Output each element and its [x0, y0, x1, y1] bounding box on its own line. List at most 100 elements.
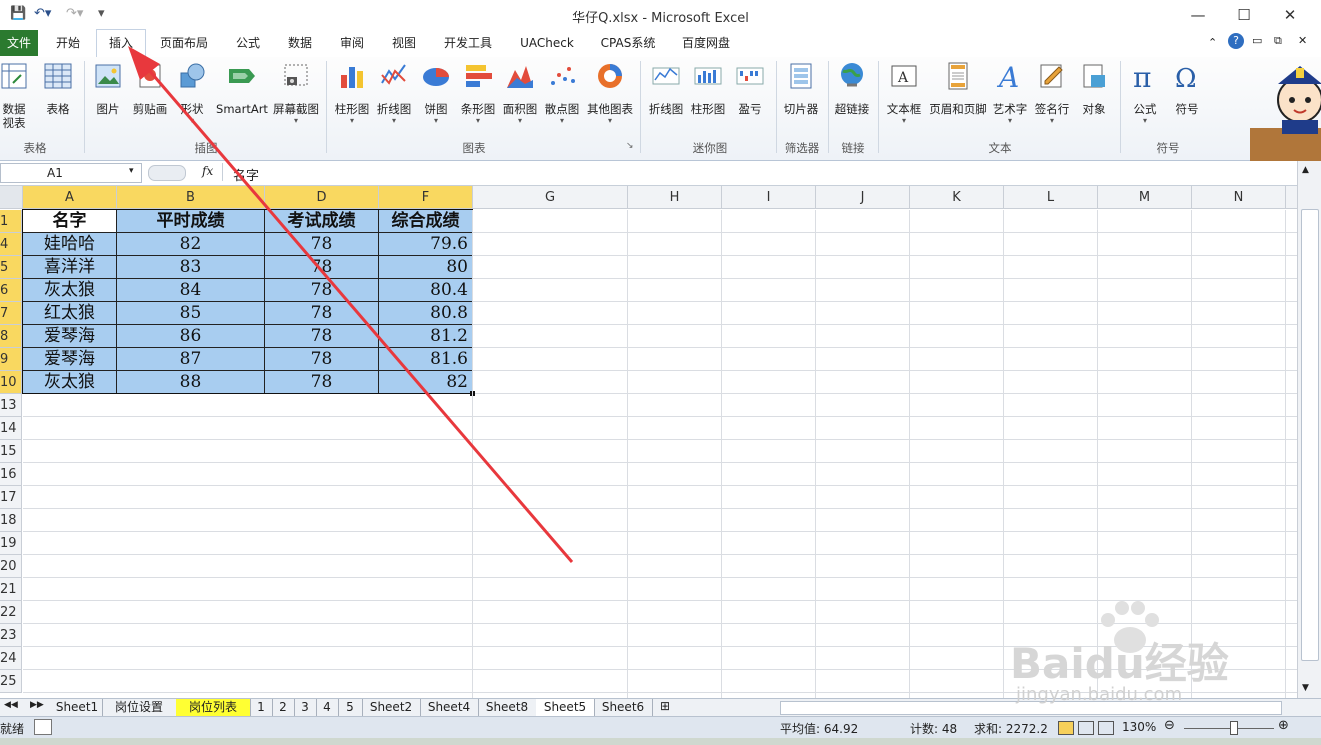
tab-developer[interactable]: 开发工具 [436, 30, 500, 56]
formula-bar-expander[interactable] [148, 165, 186, 181]
sheet-tab[interactable]: Sheet2 [362, 699, 421, 716]
column-header[interactable]: G [473, 186, 628, 209]
header-cell[interactable]: 名字 [23, 210, 117, 233]
table-cell[interactable]: 78 [265, 279, 379, 302]
normal-view-icon[interactable] [1058, 721, 1074, 735]
column-header[interactable]: D [265, 186, 379, 209]
table-cell[interactable]: 80.8 [379, 302, 473, 325]
table-cell[interactable]: 85 [117, 302, 265, 325]
page-layout-view-icon[interactable] [1078, 721, 1094, 735]
table-cell[interactable]: 82 [379, 371, 473, 394]
shapes-button[interactable]: 形状 ▾ [164, 61, 220, 126]
sheet-tab[interactable]: 4 [316, 699, 339, 716]
object-button[interactable]: 对象 [1066, 61, 1122, 116]
row-header[interactable]: 18 [0, 509, 22, 532]
sheet-tab[interactable]: 岗位列表 [176, 699, 251, 716]
zoom-slider[interactable] [1184, 728, 1274, 729]
row-header[interactable]: 14 [0, 417, 22, 440]
tab-formulas[interactable]: 公式 [228, 30, 268, 56]
sheet-tab[interactable]: 1 [250, 699, 273, 716]
row-header[interactable]: 6 [0, 279, 22, 302]
column-header-partial[interactable] [1286, 186, 1297, 209]
sheet-tab-active[interactable]: Sheet5 [536, 699, 595, 716]
table-cell[interactable]: 78 [265, 325, 379, 348]
table-cell[interactable]: 88 [117, 371, 265, 394]
row-header[interactable]: 21 [0, 578, 22, 601]
smartart-button[interactable]: SmartArt [213, 61, 271, 116]
table-cell[interactable]: 78 [265, 371, 379, 394]
tab-home[interactable]: 开始 [48, 30, 88, 56]
tab-file[interactable]: 文件 [0, 30, 38, 56]
table-cell[interactable]: 84 [117, 279, 265, 302]
table-cell[interactable]: 爱琴海 [23, 325, 117, 348]
row-header[interactable]: 22 [0, 601, 22, 624]
sheet-nav-first-icon[interactable]: ◀◀ [4, 700, 18, 710]
sheet-tab[interactable]: 2 [272, 699, 295, 716]
vertical-scrollbar[interactable]: ▲ ▼ [1297, 161, 1321, 701]
row-header[interactable]: 17 [0, 486, 22, 509]
header-cell[interactable]: 综合成绩 [379, 210, 473, 233]
row-header[interactable]: 9 [0, 348, 22, 371]
row-header[interactable]: 10 [0, 371, 22, 394]
table-cell[interactable]: 灰太狼 [23, 279, 117, 302]
insert-sheet-icon[interactable]: ⊞ [660, 699, 670, 713]
name-box-dropdown-icon[interactable]: ▾ [129, 166, 134, 176]
row-header[interactable]: 7 [0, 302, 22, 325]
doc-close-icon[interactable]: ✕ [1298, 34, 1307, 47]
sheet-tab[interactable]: Sheet1 [52, 699, 103, 716]
table-cell[interactable]: 87 [117, 348, 265, 371]
column-header[interactable]: J [816, 186, 910, 209]
row-header[interactable]: 25 [0, 670, 22, 693]
row-header[interactable]: 16 [0, 463, 22, 486]
tab-view[interactable]: 视图 [384, 30, 424, 56]
table-cell[interactable]: 灰太狼 [23, 371, 117, 394]
table-cell[interactable]: 78 [265, 302, 379, 325]
row-header[interactable]: 19 [0, 532, 22, 555]
select-all-corner[interactable] [0, 186, 23, 209]
table-cell[interactable]: 86 [117, 325, 265, 348]
table-cell[interactable]: 78 [265, 233, 379, 256]
header-cell[interactable]: 考试成绩 [265, 210, 379, 233]
table-cell[interactable]: 红太狼 [23, 302, 117, 325]
column-header[interactable]: H [628, 186, 722, 209]
column-header[interactable]: N [1192, 186, 1286, 209]
close-button[interactable]: ✕ [1270, 2, 1310, 28]
table-cell[interactable]: 81.2 [379, 325, 473, 348]
row-header[interactable]: 8 [0, 325, 22, 348]
header-cell[interactable]: 平时成绩 [117, 210, 265, 233]
sparkline-winloss-button[interactable]: 盈亏 [722, 61, 778, 116]
table-cell[interactable]: 78 [265, 256, 379, 279]
doc-restore-icon[interactable]: ⧉ [1274, 34, 1282, 48]
help-icon[interactable]: ? [1228, 33, 1244, 49]
tab-data[interactable]: 数据 [280, 30, 320, 56]
row-header[interactable]: 20 [0, 555, 22, 578]
column-header[interactable]: M [1098, 186, 1192, 209]
table-button[interactable]: 表格 [30, 61, 86, 116]
row-header[interactable]: 15 [0, 440, 22, 463]
column-header[interactable]: L [1004, 186, 1098, 209]
formula-input[interactable]: 名字 [222, 163, 1299, 184]
sheet-tab[interactable]: 5 [338, 699, 363, 716]
minimize-ribbon-icon[interactable]: ⌃ [1208, 36, 1217, 49]
sheet-nav-last-icon[interactable]: ▶▶ [30, 700, 44, 710]
tab-uacheck[interactable]: UACheck [512, 30, 582, 56]
textbox-button[interactable]: A 文本框 ▾ [876, 61, 932, 126]
insert-function-icon[interactable]: fx [202, 164, 213, 178]
minimize-button[interactable]: — [1178, 2, 1218, 28]
tab-page-layout[interactable]: 页面布局 [154, 30, 214, 56]
row-header[interactable]: 23 [0, 624, 22, 647]
vertical-scroll-thumb[interactable] [1301, 209, 1319, 661]
symbol-button[interactable]: Ω 符号 [1159, 61, 1215, 116]
sheet-tab[interactable]: Sheet4 [420, 699, 479, 716]
table-cell[interactable]: 78 [265, 348, 379, 371]
table-cell[interactable]: 80.4 [379, 279, 473, 302]
macro-record-icon[interactable] [34, 719, 52, 735]
row-header[interactable]: 13 [0, 394, 22, 417]
slicer-button[interactable]: 切片器 [773, 61, 829, 116]
column-header[interactable]: I [722, 186, 816, 209]
sheet-tab[interactable]: 3 [294, 699, 317, 716]
zoom-level[interactable]: 130% [1122, 720, 1156, 734]
name-box[interactable]: A1 ▾ [0, 163, 142, 183]
table-cell[interactable]: 79.6 [379, 233, 473, 256]
scroll-up-icon[interactable]: ▲ [1302, 165, 1309, 175]
